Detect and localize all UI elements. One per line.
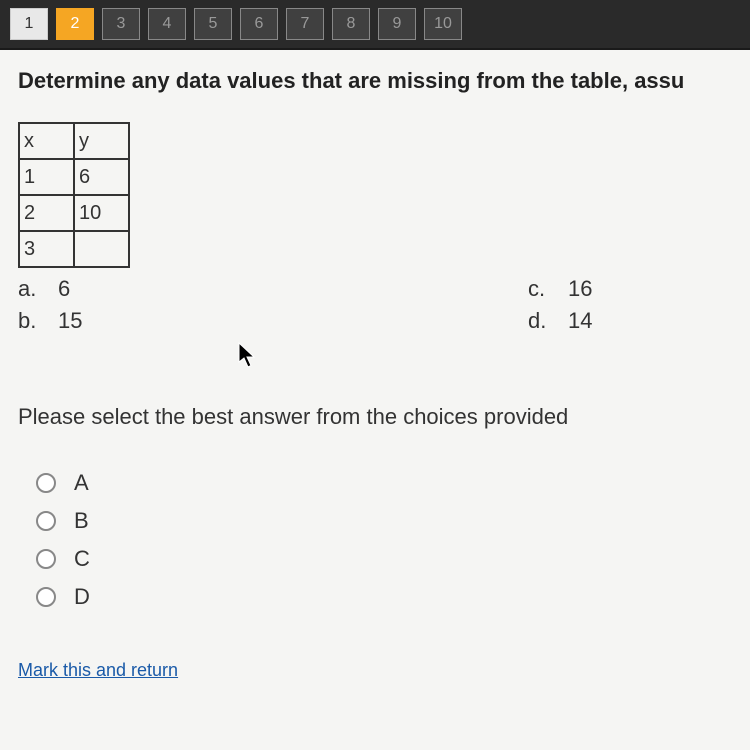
cursor-icon (238, 342, 258, 370)
table-header-x: x (19, 123, 74, 159)
choice-d: d. 14 (528, 308, 592, 334)
radio-option-d[interactable]: D (36, 584, 732, 610)
nav-item-8[interactable]: 8 (332, 8, 370, 40)
choice-value: 16 (568, 276, 592, 302)
table-cell: 10 (74, 195, 129, 231)
question-content: Determine any data values that are missi… (0, 50, 750, 750)
instruction-text: Please select the best answer from the c… (18, 404, 732, 430)
choice-letter: a. (18, 276, 40, 302)
nav-item-4[interactable]: 4 (148, 8, 186, 40)
choice-value: 15 (58, 308, 82, 334)
radio-option-c[interactable]: C (36, 546, 732, 572)
radio-label: A (74, 470, 89, 496)
choice-letter: b. (18, 308, 40, 334)
choice-letter: c. (528, 276, 550, 302)
table-cell: 1 (19, 159, 74, 195)
radio-circle-icon[interactable] (36, 549, 56, 569)
radio-circle-icon[interactable] (36, 511, 56, 531)
table-header-y: y (74, 123, 129, 159)
choice-letter: d. (528, 308, 550, 334)
table-cell: 6 (74, 159, 129, 195)
nav-item-10[interactable]: 10 (424, 8, 462, 40)
nav-item-1[interactable]: 1 (10, 8, 48, 40)
data-table: x y 1 6 2 10 3 (18, 122, 130, 268)
table-cell: 3 (19, 231, 74, 267)
mark-and-return-link[interactable]: Mark this and return (18, 660, 732, 681)
radio-label: C (74, 546, 90, 572)
nav-item-6[interactable]: 6 (240, 8, 278, 40)
radio-option-b[interactable]: B (36, 508, 732, 534)
table-cell: 2 (19, 195, 74, 231)
table-cell (74, 231, 129, 267)
nav-item-2[interactable]: 2 (56, 8, 94, 40)
answer-choices: a. 6 b. 15 c. 16 d. 14 (18, 276, 732, 334)
nav-item-7[interactable]: 7 (286, 8, 324, 40)
nav-item-5[interactable]: 5 (194, 8, 232, 40)
nav-item-3[interactable]: 3 (102, 8, 140, 40)
choice-b: b. 15 (18, 308, 528, 334)
radio-option-a[interactable]: A (36, 470, 732, 496)
question-prompt: Determine any data values that are missi… (18, 68, 732, 94)
choice-c: c. 16 (528, 276, 592, 302)
radio-label: D (74, 584, 90, 610)
radio-answer-group: A B C D (36, 470, 732, 610)
choice-value: 6 (58, 276, 70, 302)
radio-label: B (74, 508, 89, 534)
nav-item-9[interactable]: 9 (378, 8, 416, 40)
radio-circle-icon[interactable] (36, 473, 56, 493)
question-nav-strip: 1 2 3 4 5 6 7 8 9 10 (0, 0, 750, 50)
radio-circle-icon[interactable] (36, 587, 56, 607)
choice-value: 14 (568, 308, 592, 334)
choice-a: a. 6 (18, 276, 528, 302)
